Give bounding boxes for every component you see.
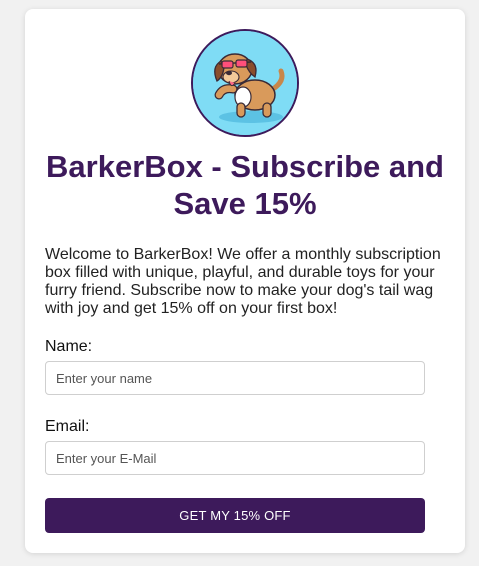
email-label: Email: [45, 418, 90, 435]
name-label: Name: [45, 338, 93, 355]
intro-text: Welcome to BarkerBox! We offer a monthly… [45, 246, 441, 317]
page-title: BarkerBox - Subscribe and Save 15% [46, 149, 444, 221]
name-input[interactable] [45, 361, 425, 395]
email-input[interactable] [45, 441, 425, 475]
dog-with-sunglasses-icon [191, 29, 299, 137]
subscribe-card: BarkerBox - Subscribe and Save 15% Welco… [25, 9, 465, 553]
get-discount-button[interactable]: GET MY 15% OFF [45, 498, 425, 533]
